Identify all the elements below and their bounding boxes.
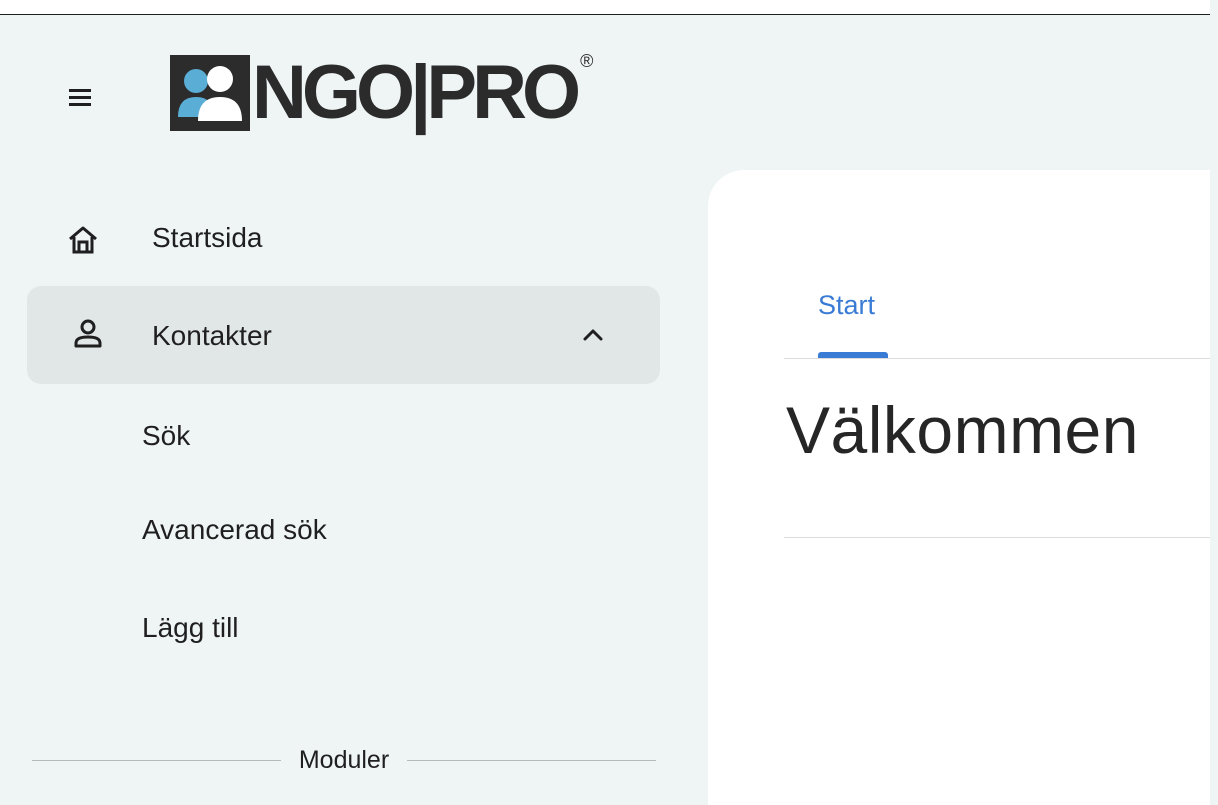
person-icon (74, 319, 102, 348)
tab-start[interactable]: Start (818, 290, 875, 321)
registered-mark: ® (580, 51, 594, 71)
app-header: NGO|PRO ® (0, 15, 1210, 165)
menu-icon-bar (69, 103, 91, 106)
chevron-up-icon[interactable] (580, 322, 606, 348)
sidebar-item-startsida[interactable]: Startsida (27, 200, 660, 280)
sidebar-subitem-lagg-till[interactable]: Lägg till (142, 612, 239, 644)
logo-people-icon (170, 55, 250, 131)
page-title: Välkommen (786, 393, 1139, 467)
menu-icon-bar (69, 96, 91, 99)
title-divider (784, 537, 1210, 538)
sidebar-item-label: Kontakter (152, 320, 272, 351)
sidebar-subitem-sok[interactable]: Sök (142, 420, 190, 452)
main-content: Start Välkommen (708, 170, 1210, 805)
divider-line (407, 759, 657, 761)
hamburger-menu-button[interactable] (64, 82, 96, 114)
home-icon (69, 226, 97, 254)
sidebar-item-kontakter[interactable]: Kontakter (27, 286, 660, 384)
sidebar-item-label: Startsida (152, 222, 263, 253)
divider-line (32, 759, 281, 761)
window-top-bar (0, 0, 1210, 15)
logo-wordmark: NGO|PRO (252, 50, 581, 135)
menu-icon (69, 89, 91, 92)
sidebar: Startsida Kontakter Sök Avancerad sök Lä… (0, 170, 708, 805)
sidebar-subitem-avancerad-sok[interactable]: Avancerad sök (142, 514, 327, 546)
ngo-pro-logo[interactable]: NGO|PRO ® (170, 50, 593, 135)
tab-bar-divider (784, 358, 1210, 359)
section-label: Moduler (298, 745, 390, 774)
moduler-section-divider: Moduler (32, 742, 657, 778)
